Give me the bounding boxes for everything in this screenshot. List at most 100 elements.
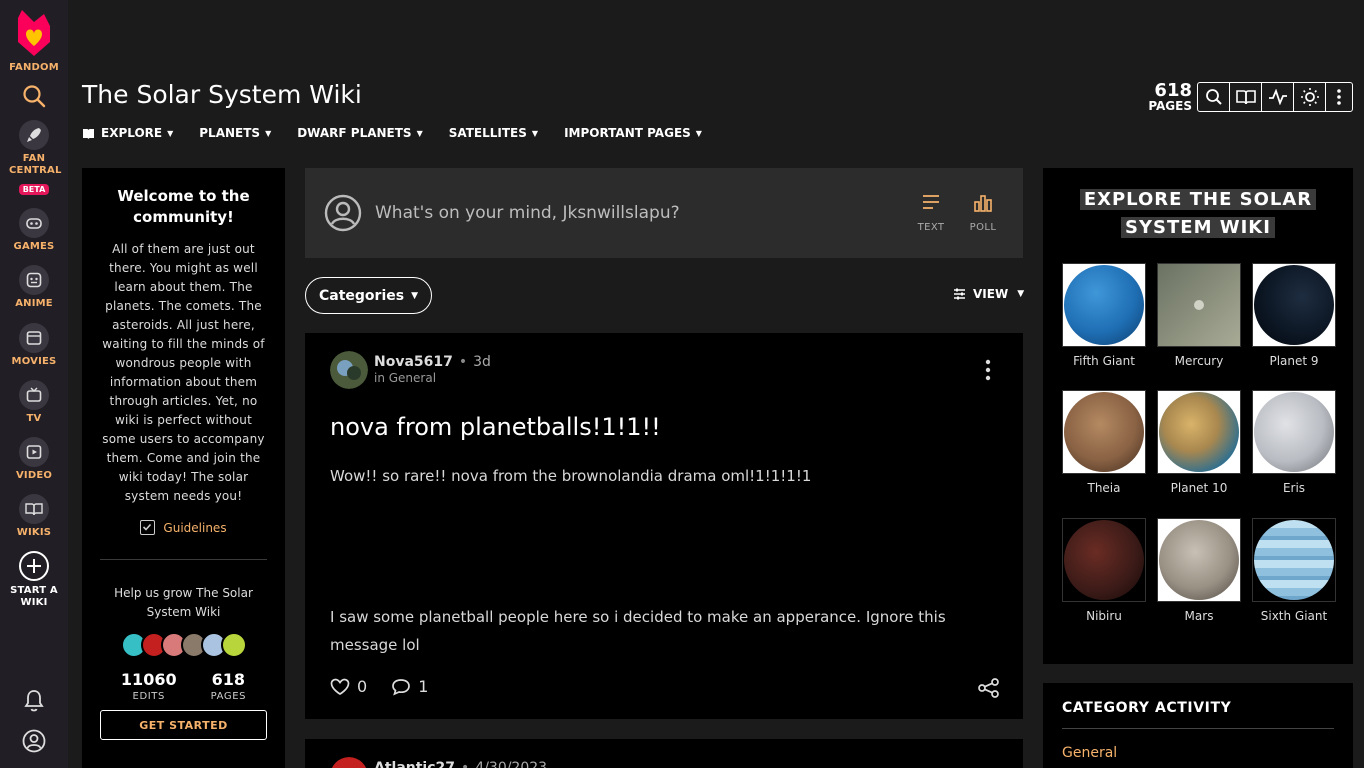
more-options-button[interactable] bbox=[1325, 82, 1353, 112]
view-options-button[interactable]: VIEW ▼ bbox=[953, 287, 1024, 301]
tile-image bbox=[1062, 390, 1146, 474]
post-time: 3d bbox=[473, 354, 491, 370]
avatar[interactable] bbox=[330, 351, 368, 389]
nav-video[interactable]: VIDEO bbox=[0, 437, 68, 482]
avatar[interactable] bbox=[220, 632, 247, 658]
nav-tv[interactable]: TV bbox=[0, 380, 68, 425]
tile-name: Mercury bbox=[1174, 354, 1224, 368]
edits-value: 11060 bbox=[120, 670, 177, 689]
explore-wiki-module: EXPLORE THE SOLAR SYSTEM WIKI Fifth Gian… bbox=[1043, 168, 1353, 664]
help-grow-text: Help us grow The Solar System Wiki bbox=[114, 586, 253, 619]
nav-satellites[interactable]: SATELLITES ▼ bbox=[449, 126, 538, 140]
post-card[interactable]: Nova5617 • 3d in General nova from planetb… bbox=[305, 333, 1023, 719]
nav-wikis[interactable]: WIKIS bbox=[0, 494, 68, 539]
meta-separator: • bbox=[458, 354, 468, 370]
like-count: 0 bbox=[357, 677, 368, 696]
nav-explore-label: EXPLORE bbox=[101, 126, 163, 140]
tv-label: TV bbox=[26, 413, 42, 424]
wiki-tools bbox=[1197, 82, 1353, 112]
guidelines-link[interactable]: Guidelines bbox=[100, 520, 267, 535]
explore-tile[interactable]: Mercury bbox=[1157, 263, 1241, 368]
nav-planets[interactable]: PLANETS ▼ bbox=[199, 126, 271, 140]
explore-tile[interactable]: Mars bbox=[1157, 518, 1241, 623]
chevron-down-icon: ▼ bbox=[416, 128, 423, 138]
categories-filter-button[interactable]: Categories ▼ bbox=[305, 277, 432, 314]
nav-explore[interactable]: EXPLORE ▼ bbox=[82, 126, 173, 140]
more-vertical-icon[interactable] bbox=[984, 359, 992, 381]
wiki-search-button[interactable] bbox=[1197, 82, 1230, 112]
explore-tile[interactable]: Planet 9 bbox=[1252, 263, 1336, 368]
chevron-down-icon: ▼ bbox=[265, 128, 272, 138]
poll-post-button[interactable]: POLL bbox=[963, 192, 1003, 233]
sun-icon bbox=[1300, 88, 1319, 106]
nav-start-a-wiki[interactable]: START A WIKI bbox=[0, 550, 68, 609]
post-author[interactable]: Nova5617 • 3d bbox=[374, 354, 491, 370]
get-started-button[interactable]: GET STARTED bbox=[100, 710, 267, 740]
random-page-button[interactable] bbox=[1229, 82, 1262, 112]
theme-toggle-button[interactable] bbox=[1293, 82, 1326, 112]
page-count-label: PAGES bbox=[1148, 99, 1192, 113]
share-icon[interactable] bbox=[978, 678, 1000, 698]
categories-label: Categories bbox=[318, 287, 405, 304]
wikis-label: WIKIS bbox=[16, 527, 52, 538]
pages-label: PAGES bbox=[210, 691, 247, 702]
nav-anime[interactable]: ANIME bbox=[0, 265, 68, 310]
tv-icon bbox=[19, 380, 49, 410]
explore-tile[interactable]: Sixth Giant bbox=[1252, 518, 1336, 623]
fandom-label: FANDOM bbox=[9, 62, 59, 73]
sliders-icon bbox=[954, 288, 965, 300]
rail-divider bbox=[100, 559, 267, 560]
tile-name: Planet 10 bbox=[1170, 481, 1228, 495]
chevron-down-icon: ▼ bbox=[167, 128, 174, 138]
like-button[interactable]: 0 bbox=[330, 677, 367, 696]
user-account-button[interactable] bbox=[0, 729, 68, 757]
anime-label: ANIME bbox=[15, 298, 53, 309]
explore-tile[interactable]: Theia bbox=[1062, 390, 1146, 495]
explore-tile[interactable]: Nibiru bbox=[1062, 518, 1146, 623]
explore-tile[interactable]: Planet 10 bbox=[1157, 390, 1241, 495]
post-title[interactable]: nova from planetballs!1!1!! bbox=[330, 413, 661, 441]
tile-image bbox=[1252, 518, 1336, 602]
nav-important-pages[interactable]: IMPORTANT PAGES ▼ bbox=[564, 126, 702, 140]
poll-chart-icon bbox=[974, 195, 992, 212]
notifications-button[interactable] bbox=[0, 689, 68, 717]
author-name[interactable]: Atlantic27 bbox=[374, 760, 455, 768]
tile-name: Eris bbox=[1282, 481, 1306, 495]
recent-changes-button[interactable] bbox=[1261, 82, 1294, 112]
poll-post-label: POLL bbox=[969, 222, 997, 233]
pages-stat: 618 PAGES bbox=[211, 670, 246, 702]
plus-icon bbox=[19, 551, 49, 581]
post-composer[interactable]: What's on your mind, Jksnwillslapu? TEXT… bbox=[305, 168, 1023, 258]
nav-games[interactable]: GAMES bbox=[0, 208, 68, 253]
avatar[interactable] bbox=[330, 757, 368, 768]
post-category[interactable]: in General bbox=[374, 371, 436, 385]
edits-stat: 11060 EDITS bbox=[121, 670, 177, 702]
nav-planets-label: PLANETS bbox=[199, 126, 261, 140]
explore-tile[interactable]: Fifth Giant bbox=[1062, 263, 1146, 368]
post-time: 4/30/2023 bbox=[475, 760, 548, 768]
wiki-title[interactable]: The Solar System Wiki bbox=[82, 80, 362, 109]
text-lines-icon bbox=[923, 195, 939, 209]
post-author[interactable]: Atlantic27 • 4/30/2023 bbox=[374, 760, 547, 768]
category-link-general[interactable]: General bbox=[1062, 745, 1334, 761]
user-avatar-icon bbox=[22, 729, 46, 753]
nav-fan-central[interactable]: FAN CENTRAL BETA bbox=[0, 120, 68, 196]
post-card[interactable]: Atlantic27 • 4/30/2023 bbox=[305, 739, 1023, 768]
nav-dwarf-planets[interactable]: DWARF PLANETS ▼ bbox=[297, 126, 423, 140]
user-avatar-icon bbox=[324, 194, 362, 232]
fandom-logo-link[interactable]: FANDOM bbox=[0, 8, 68, 74]
text-post-button[interactable]: TEXT bbox=[911, 192, 951, 233]
post-actions: 0 1 bbox=[330, 677, 452, 696]
composer-prompt[interactable]: What's on your mind, Jksnwillslapu? bbox=[375, 203, 680, 223]
nav-movies[interactable]: MOVIES bbox=[0, 323, 68, 368]
author-name[interactable]: Nova5617 bbox=[374, 354, 453, 370]
nav-dwarf-planets-label: DWARF PLANETS bbox=[297, 126, 412, 140]
text-post-label: TEXT bbox=[917, 222, 945, 233]
book-open-icon bbox=[1235, 90, 1256, 105]
tile-name: Nibiru bbox=[1086, 609, 1122, 623]
explore-tile[interactable]: Eris bbox=[1252, 390, 1336, 495]
more-vertical-icon bbox=[1337, 89, 1341, 105]
reply-button[interactable]: 1 bbox=[391, 677, 428, 696]
global-search-button[interactable] bbox=[0, 84, 68, 112]
reply-count: 1 bbox=[418, 677, 429, 696]
